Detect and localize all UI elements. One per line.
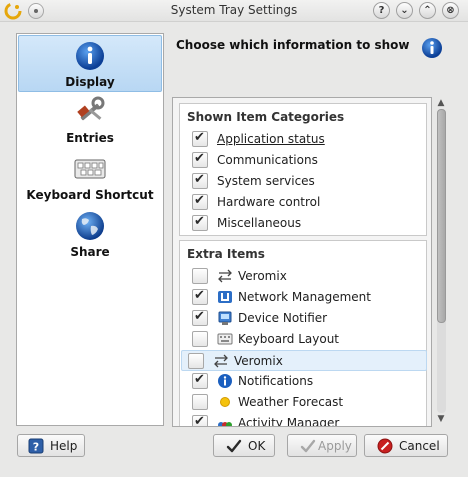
ok-button-label: OK <box>248 439 266 453</box>
item-label: Keyboard Layout <box>238 332 340 346</box>
sidebar-item-label: Keyboard Shortcut <box>26 188 154 202</box>
item-label: Veromix <box>234 354 283 368</box>
device-notifier-icon <box>218 311 232 325</box>
list-item[interactable]: Communications <box>186 150 431 171</box>
list-item[interactable]: Hardware control <box>186 192 431 213</box>
sidebar-item-label: Display <box>65 75 115 89</box>
sidebar: Display Entries Keyboard Shortcut Share <box>16 33 164 426</box>
apply-button[interactable]: Apply <box>287 434 357 457</box>
items-list-panel: Shown Item Categories Application status… <box>172 97 432 427</box>
group-title: Shown Item Categories <box>187 110 345 124</box>
item-label: Application status <box>217 132 325 146</box>
keyboard-layout-icon <box>217 333 233 345</box>
item-label: Weather Forecast <box>238 395 344 409</box>
extra-items-group: Extra Items Veromix Network Management <box>179 240 427 426</box>
list-item[interactable]: Application status <box>186 129 431 150</box>
sliders-icon <box>214 354 228 368</box>
sliders-icon <box>218 269 232 283</box>
item-label: Hardware control <box>217 195 321 209</box>
checkmark-icon <box>300 439 316 453</box>
info-icon <box>76 42 104 70</box>
group-title: Extra Items <box>187 247 265 261</box>
scroll-thumb[interactable] <box>437 109 446 323</box>
checkbox[interactable] <box>192 151 208 168</box>
list-item[interactable]: Veromix <box>186 266 431 287</box>
item-label: Communications <box>217 153 318 167</box>
sidebar-item-entries[interactable]: Entries <box>18 92 162 149</box>
checkbox[interactable] <box>192 172 208 189</box>
checkbox[interactable] <box>192 372 208 389</box>
checkbox[interactable] <box>192 193 208 210</box>
tools-icon <box>77 96 105 121</box>
item-label: Network Management <box>238 290 371 304</box>
shown-categories-group: Shown Item Categories Application status… <box>179 103 427 236</box>
maximize-button[interactable]: ⌃ <box>419 2 436 19</box>
scroll-up-icon[interactable]: ▲ <box>434 97 448 109</box>
cancel-icon <box>377 438 393 454</box>
list-item[interactable]: Veromix <box>181 350 427 371</box>
help-button-label: Help <box>50 439 78 453</box>
checkbox[interactable] <box>192 288 208 305</box>
scrollbar[interactable]: ▲ ▼ <box>434 97 448 427</box>
checkbox[interactable] <box>188 353 204 369</box>
help-icon: ? <box>28 438 44 454</box>
checkbox[interactable] <box>192 309 208 326</box>
close-button[interactable]: ⊗ <box>442 2 459 19</box>
help-title-button[interactable]: ? <box>373 2 390 19</box>
info-icon <box>422 38 442 58</box>
item-label: Device Notifier <box>238 311 328 325</box>
checkbox[interactable] <box>192 394 208 410</box>
sidebar-item-display[interactable]: Display <box>18 35 162 92</box>
minimize-button[interactable]: ⌄ <box>396 2 413 19</box>
help-button[interactable]: ? Help <box>17 434 85 457</box>
checkbox[interactable] <box>192 130 208 147</box>
globe-icon <box>76 212 104 240</box>
weather-icon <box>220 397 230 407</box>
item-label: Activity Manager <box>238 416 340 427</box>
item-label: Notifications <box>238 374 314 388</box>
sidebar-item-share[interactable]: Share <box>18 206 162 263</box>
cancel-button[interactable]: Cancel <box>364 434 448 457</box>
list-item[interactable]: Keyboard Layout <box>186 329 431 350</box>
list-item[interactable]: Weather Forecast <box>186 392 431 413</box>
sidebar-item-label: Share <box>70 245 110 259</box>
keyboard-icon <box>74 159 106 179</box>
item-label: Veromix <box>238 269 287 283</box>
ok-button[interactable]: OK <box>213 434 275 457</box>
info-icon <box>218 374 232 388</box>
apply-button-label: Apply <box>318 439 352 453</box>
title-bar: System Tray Settings ? ⌄ ⌃ ⊗ <box>0 0 468 22</box>
list-item[interactable]: Miscellaneous <box>186 213 431 234</box>
list-item[interactable]: Network Management <box>186 287 431 308</box>
list-item[interactable]: Notifications <box>186 371 431 392</box>
item-label: System services <box>217 174 315 188</box>
activity-icon <box>218 422 232 426</box>
scroll-track[interactable] <box>437 109 446 413</box>
list-item[interactable]: Device Notifier <box>186 308 431 329</box>
page-title: Choose which information to show <box>176 38 410 52</box>
scroll-down-icon[interactable]: ▼ <box>434 413 448 425</box>
network-icon <box>218 291 232 303</box>
checkbox[interactable] <box>192 331 208 347</box>
item-label: Miscellaneous <box>217 216 302 230</box>
checkbox[interactable] <box>192 214 208 231</box>
checkbox[interactable] <box>192 268 208 284</box>
sidebar-item-label: Entries <box>66 131 114 145</box>
checkmark-icon <box>226 439 242 453</box>
list-item[interactable]: System services <box>186 171 431 192</box>
list-item[interactable]: Activity Manager <box>186 413 431 427</box>
sidebar-item-keyboard-shortcut[interactable]: Keyboard Shortcut <box>18 149 162 206</box>
svg-text:?: ? <box>33 441 39 454</box>
checkbox[interactable] <box>192 414 208 426</box>
cancel-button-label: Cancel <box>399 439 440 453</box>
